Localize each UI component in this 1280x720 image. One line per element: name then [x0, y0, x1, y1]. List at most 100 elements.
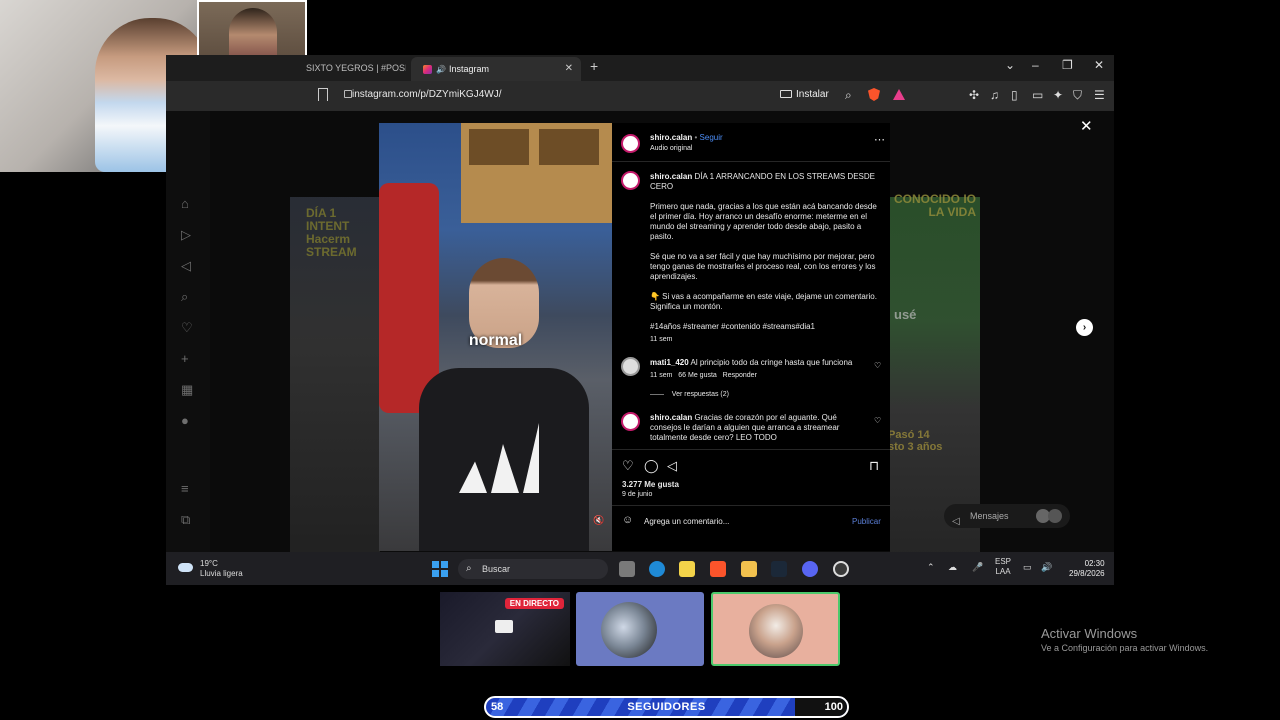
close-window-button[interactable]: ✕ — [1094, 58, 1104, 72]
wallet-icon[interactable]: ▭ — [1032, 88, 1043, 102]
close-post-icon[interactable]: ✕ — [1080, 117, 1093, 135]
followers-goal: 100 — [824, 701, 843, 713]
avatar — [749, 604, 803, 658]
brave-rewards-icon[interactable] — [893, 89, 905, 100]
media-icon[interactable]: ♫ — [990, 88, 999, 102]
publish-button[interactable]: Publicar — [852, 517, 881, 526]
language-indicator[interactable]: ESP LAA — [995, 557, 1011, 577]
vpn-icon[interactable]: ⛉ — [1073, 88, 1082, 103]
background-post-right — [890, 197, 980, 552]
post-header: shiro.calan • Seguir — [650, 133, 723, 142]
more-menu-icon[interactable]: ≡ — [181, 481, 189, 496]
avatar[interactable] — [621, 171, 640, 190]
obs-icon[interactable] — [833, 561, 849, 577]
steam-icon[interactable] — [771, 561, 787, 577]
instagram-icon — [423, 65, 432, 75]
author-username[interactable]: shiro.calan — [650, 133, 692, 142]
meta-apps-icon[interactable]: ⧉ — [181, 512, 190, 528]
install-button[interactable]: Instalar — [780, 89, 829, 100]
save-icon[interactable]: ⊓ — [869, 458, 879, 474]
close-tab-icon[interactable]: ✕ — [565, 57, 573, 81]
windows-taskbar: 19°C Lluvia ligera ⌕ Buscar ⌃ ☁ 🎤 ESP LAA… — [166, 552, 1114, 585]
divider — [612, 505, 890, 506]
video-caption: normal — [468, 332, 523, 349]
network-icon[interactable]: ▭ — [1023, 562, 1032, 573]
menu-icon[interactable]: ☰ — [1094, 88, 1105, 102]
new-tab-button[interactable]: + — [590, 58, 598, 74]
onedrive-icon[interactable]: ☁ — [948, 562, 957, 573]
restore-button[interactable]: ❐ — [1062, 58, 1073, 72]
clock[interactable]: 02:30 29/8/2026 — [1069, 559, 1105, 579]
participant-tile[interactable] — [576, 592, 704, 666]
caption-time: 11 sem — [650, 336, 673, 343]
view-replies-button[interactable]: —— Ver respuestas (2) — [650, 391, 729, 398]
likes-count[interactable]: 3.277 Me gusta — [622, 480, 679, 489]
instagram-sidenav: ⌂ ▷ ◁ ⌕ ♡ + ▦ ● ≡ ⧉ — [166, 111, 210, 552]
zoom-icon[interactable]: ⌕ — [845, 88, 852, 103]
brave-shields-icon[interactable] — [868, 88, 880, 101]
more-options-icon[interactable]: ⋯ — [874, 133, 885, 146]
mute-icon[interactable]: 🔇 — [593, 515, 604, 526]
followers-goal-bar: 58 SEGUIDORES 100 — [484, 696, 849, 718]
background-text-right: CONOCIDO IO LA VIDA — [893, 192, 976, 219]
followers-label: SEGUIDORES — [627, 701, 706, 713]
participant-tile-speaking[interactable] — [711, 592, 840, 666]
taskbar-search[interactable]: ⌕ Buscar — [458, 559, 608, 579]
address-bar: instagram.com/p/DZYmiKGJ4WJ/ Instalar ⌕ … — [166, 81, 1114, 111]
tab-bar: SIXTO YEGROS | #POSIT 🔊 Instagram ✕ + ⌄ –… — [166, 55, 1114, 81]
like-icon[interactable]: ♡ — [622, 458, 634, 474]
brave-icon[interactable] — [710, 561, 726, 577]
next-post-button[interactable]: › — [1076, 319, 1093, 336]
task-view-icon[interactable] — [619, 561, 635, 577]
tab-instagram[interactable]: 🔊 Instagram ✕ — [411, 57, 581, 81]
audio-label[interactable]: Audio original — [650, 144, 692, 154]
store-icon[interactable] — [679, 561, 695, 577]
bookmark-icon[interactable] — [318, 88, 328, 101]
caption-paragraph: Sé que no va a ser fácil y que hay muchí… — [650, 252, 876, 281]
comment-like-icon[interactable]: ♡ — [874, 361, 881, 370]
reply-button[interactable]: Responder — [723, 372, 757, 379]
notifications-icon[interactable]: ♡ — [181, 320, 193, 336]
background-text-right-bottom: Pasó 14 sto 3 años — [888, 429, 943, 453]
sidebar-icon[interactable]: ▯ — [1011, 88, 1018, 102]
file-explorer-icon[interactable] — [741, 561, 757, 577]
comment-meta: 11 sem 66 Me gusta Responder — [650, 372, 757, 379]
edge-icon[interactable] — [649, 561, 665, 577]
site-settings-icon[interactable] — [344, 90, 352, 98]
reels-icon[interactable]: ▷ — [181, 227, 191, 243]
comment-input[interactable]: Agrega un comentario... — [644, 517, 729, 526]
comment-like-icon[interactable]: ♡ — [874, 416, 881, 425]
share-icon[interactable]: ◁ — [667, 458, 677, 474]
divider — [612, 161, 890, 162]
tab-sixto-yegros[interactable]: SIXTO YEGROS | #POSIT — [306, 55, 406, 81]
avatar[interactable] — [621, 134, 640, 153]
live-badge: EN DIRECTO — [504, 598, 564, 609]
extensions-icon[interactable]: ✣ — [969, 88, 979, 102]
messages-icon[interactable]: ◁ — [181, 258, 191, 274]
home-icon[interactable]: ⌂ — [181, 196, 189, 211]
screen-share-thumbnail[interactable]: EN DIRECTO — [440, 592, 570, 666]
tray-chevron-icon[interactable]: ⌃ — [927, 562, 935, 573]
messages-button[interactable]: ◁ Mensajes — [944, 504, 1070, 528]
hashtags[interactable]: #14años #streamer #contenido #streams#di… — [650, 322, 878, 332]
volume-icon[interactable]: 🔊 — [1041, 562, 1052, 573]
comment-icon[interactable]: ◯ — [644, 458, 659, 474]
discord-icon[interactable] — [802, 561, 818, 577]
follow-button[interactable]: Seguir — [700, 133, 723, 142]
url-field[interactable]: instagram.com/p/DZYmiKGJ4WJ/ — [352, 89, 501, 100]
browser-window: SIXTO YEGROS | #POSIT 🔊 Instagram ✕ + ⌄ –… — [166, 55, 1114, 552]
minimize-button[interactable]: – — [1032, 58, 1039, 72]
leo-ai-icon[interactable]: ✦ — [1053, 88, 1063, 102]
post-video[interactable]: normal 🔇 — [379, 123, 612, 551]
emoji-icon[interactable]: ☺ — [622, 514, 633, 526]
profile-icon[interactable]: ● — [181, 413, 189, 428]
avatar[interactable] — [621, 357, 640, 376]
start-button[interactable] — [432, 561, 448, 577]
avatar[interactable] — [621, 412, 640, 431]
tab-list-chevron-icon[interactable]: ⌄ — [1005, 58, 1015, 72]
create-icon[interactable]: + — [181, 351, 189, 366]
weather-widget[interactable]: 19°C Lluvia ligera — [200, 559, 243, 579]
dashboard-icon[interactable]: ▦ — [181, 382, 193, 398]
search-icon[interactable]: ⌕ — [181, 289, 188, 305]
mic-icon[interactable]: 🎤 — [972, 562, 983, 573]
